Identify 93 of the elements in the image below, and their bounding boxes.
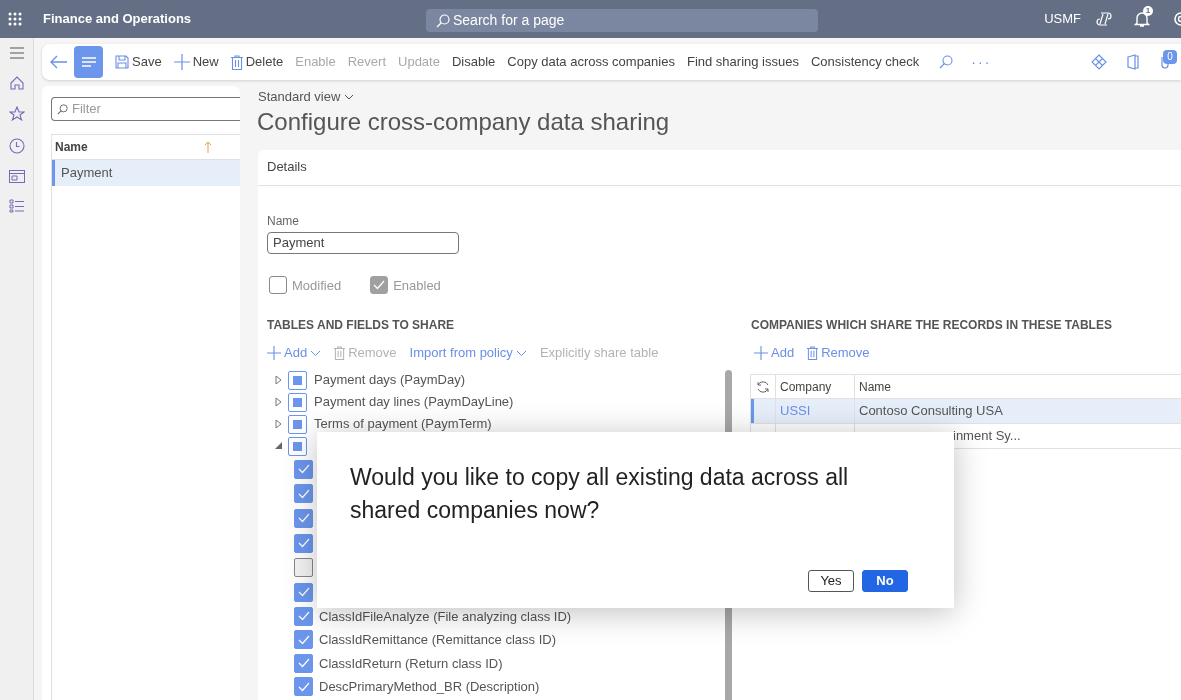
app-title: Finance and Operations xyxy=(43,10,192,29)
checkmark-icon xyxy=(297,658,310,669)
chevron-down-icon xyxy=(310,349,322,357)
list-toggle-button[interactable] xyxy=(74,46,103,78)
expand-icon[interactable] xyxy=(274,419,283,429)
expand-icon[interactable] xyxy=(274,397,283,407)
checkbox[interactable] xyxy=(294,533,313,553)
plus-icon xyxy=(267,346,281,360)
dialog-message: Would you like to copy all existing data across all shared companies now? xyxy=(350,463,850,525)
search-icon xyxy=(57,103,68,115)
plus-icon xyxy=(754,346,768,360)
checkbox-label: Enabled xyxy=(393,276,441,295)
checkmark-icon xyxy=(297,681,310,692)
checkbox-label: Modified xyxy=(292,276,342,295)
list-row[interactable]: Payment xyxy=(52,160,240,186)
sort-up-icon[interactable] xyxy=(204,141,212,153)
back-icon[interactable] xyxy=(50,55,68,69)
checkmark-icon xyxy=(297,488,310,499)
search-icon[interactable] xyxy=(939,55,954,69)
dialog-button[interactable]: No xyxy=(862,570,908,592)
lines-icon xyxy=(81,57,96,67)
checkbox[interactable] xyxy=(294,653,313,673)
field-label: DescPrimaryMethod_BR (Description) xyxy=(319,678,540,697)
menu-icon[interactable] xyxy=(9,47,24,59)
chevron-down-icon xyxy=(515,349,527,357)
action-button[interactable]: Save xyxy=(109,47,168,77)
field-label: ClassIdFileAnalyze (File analyzing class ID) xyxy=(319,607,572,626)
action-button[interactable]: Disable xyxy=(445,47,502,77)
workspace-icon[interactable] xyxy=(8,170,25,183)
search-field[interactable]: Search for a page xyxy=(426,9,818,32)
checkbox[interactable] xyxy=(294,558,313,578)
search-icon xyxy=(436,13,450,28)
list-icon[interactable] xyxy=(9,199,24,213)
name-field[interactable]: Payment xyxy=(267,231,459,254)
section-title[interactable]: Details xyxy=(267,157,307,177)
dialog-button[interactable]: Yes xyxy=(808,570,854,592)
checkbox[interactable] xyxy=(294,630,313,650)
tree-item-label[interactable]: Payment day lines (PaymDayLine) xyxy=(314,392,514,412)
collapse-icon[interactable] xyxy=(274,441,283,451)
checkmark-icon xyxy=(297,634,310,645)
column-header[interactable]: Company xyxy=(780,377,832,396)
expand-icon[interactable] xyxy=(274,375,283,385)
diamond-icon[interactable] xyxy=(1091,54,1107,70)
tree-item-label[interactable]: Payment days (PaymDay) xyxy=(314,370,465,390)
checkmark-icon xyxy=(373,280,386,291)
grid-row[interactable]: USSI Contoso Consulting USA xyxy=(751,399,1181,424)
action-button[interactable]: Consistency check xyxy=(804,47,926,77)
trash-icon xyxy=(230,54,243,70)
tristate-checkbox[interactable] xyxy=(288,392,307,412)
view-selector[interactable]: Standard view xyxy=(258,87,355,107)
checkbox[interactable] xyxy=(294,459,313,479)
checkmark-icon xyxy=(297,587,310,598)
checkmark-icon xyxy=(297,611,310,622)
checkbox[interactable] xyxy=(294,509,313,528)
action-button[interactable]: Copy data across companies xyxy=(501,47,681,77)
notifications-button[interactable]: 1 xyxy=(1134,10,1150,28)
checkbox[interactable] xyxy=(294,677,313,697)
attachment-count: 0 xyxy=(1163,50,1177,64)
checkmark-icon xyxy=(297,464,310,475)
clock-icon[interactable] xyxy=(8,138,25,154)
plus-icon xyxy=(173,54,190,70)
tristate-checkbox[interactable] xyxy=(288,436,307,456)
page-title: Configure cross-company data sharing xyxy=(258,106,670,137)
notification-count: 1 xyxy=(1143,6,1153,16)
trash-icon xyxy=(807,346,819,360)
company-picker[interactable]: USMF xyxy=(1044,9,1081,29)
action-button[interactable]: Find sharing issues xyxy=(680,47,805,77)
field-label: ClassIdRemittance (Remittance class ID) xyxy=(319,631,556,650)
column-header[interactable]: Name xyxy=(859,377,891,396)
checkmark-icon xyxy=(297,538,310,549)
trash-icon xyxy=(334,346,346,360)
checkbox[interactable] xyxy=(294,484,313,504)
home-icon[interactable] xyxy=(9,76,24,90)
action-button[interactable]: New xyxy=(167,47,225,77)
action-button[interactable]: Delete xyxy=(224,47,290,77)
field-label: ClassIdReturn (Return class ID) xyxy=(319,654,503,673)
tree-item-label[interactable]: Terms of payment (PaymTerm) xyxy=(314,414,492,434)
settings-icon[interactable] xyxy=(1172,10,1181,28)
column-header[interactable]: Name xyxy=(55,138,88,156)
tristate-checkbox[interactable] xyxy=(288,414,307,434)
table-cell-text: Contoso Consulting USA xyxy=(859,402,1003,421)
tristate-checkbox[interactable] xyxy=(288,370,307,390)
app-launcher-icon[interactable] xyxy=(8,12,22,26)
checkbox[interactable] xyxy=(294,582,313,602)
checkmark-icon xyxy=(297,513,310,524)
field-label: Name xyxy=(267,212,299,230)
star-icon[interactable] xyxy=(8,106,25,122)
section-heading: TABLES AND FIELDS TO SHARE xyxy=(267,317,455,334)
section-heading: COMPANIES WHICH SHARE THE RECORDS IN THESE TABLES xyxy=(751,317,1112,334)
checkbox[interactable] xyxy=(294,606,313,626)
table-cell-text: inment Sy... xyxy=(953,427,1021,446)
chevron-down-icon xyxy=(344,93,355,100)
save-icon xyxy=(115,55,129,69)
